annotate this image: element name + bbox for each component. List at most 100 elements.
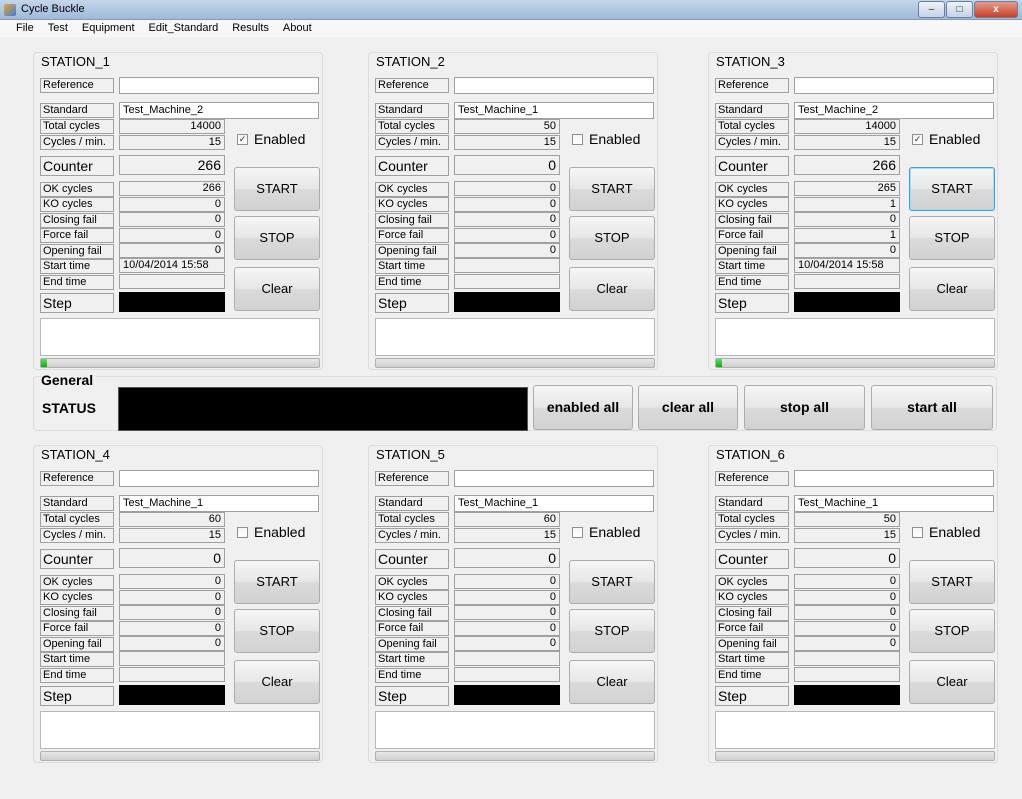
reference-input[interactable]	[454, 77, 654, 94]
cycles-min-value[interactable]: 15	[794, 135, 900, 150]
cycles-min-value[interactable]: 15	[454, 135, 560, 150]
start-all-button[interactable]: start all	[871, 385, 993, 430]
step-label: Step	[375, 686, 449, 706]
opening-fail-label: Opening fail	[40, 637, 114, 652]
total-cycles-value[interactable]: 14000	[119, 119, 225, 134]
reference-input[interactable]	[794, 470, 994, 487]
step-label: Step	[715, 686, 789, 706]
start-time-label: Start time	[375, 259, 449, 274]
total-cycles-value[interactable]: 50	[454, 119, 560, 134]
start-button[interactable]: START	[909, 560, 995, 604]
ko-cycles-label: KO cycles	[715, 590, 789, 605]
stop-button[interactable]: STOP	[909, 216, 995, 260]
enabled-label: Enabled	[589, 131, 641, 147]
station-6-panel: STATION_6 Reference Standard Test_Machin…	[708, 437, 998, 763]
enabled-checkbox-group[interactable]: Enabled	[572, 131, 640, 147]
enabled-checkbox-group[interactable]: Enabled	[237, 524, 305, 540]
window-title: Cycle Buckle	[21, 3, 85, 15]
menu-results[interactable]: Results	[225, 20, 276, 37]
enabled-checkbox-group[interactable]: ✓ Enabled	[237, 131, 305, 147]
start-time-value	[454, 258, 560, 273]
clear-button[interactable]: Clear	[909, 267, 995, 311]
standard-input[interactable]: Test_Machine_1	[794, 495, 994, 512]
enabled-checkbox-group[interactable]: Enabled	[572, 524, 640, 540]
enabled-checkbox[interactable]	[912, 526, 923, 538]
clear-all-button[interactable]: clear all	[638, 385, 738, 430]
clear-button[interactable]: Clear	[234, 267, 320, 311]
close-button[interactable]: x	[974, 1, 1018, 18]
clear-button[interactable]: Clear	[569, 267, 655, 311]
enabled-label: Enabled	[589, 524, 641, 540]
total-cycles-value[interactable]: 60	[119, 512, 225, 527]
start-button[interactable]: START	[909, 167, 995, 211]
opening-fail-label: Opening fail	[375, 637, 449, 652]
total-cycles-value[interactable]: 14000	[794, 119, 900, 134]
reference-input[interactable]	[794, 77, 994, 94]
stop-button[interactable]: STOP	[909, 609, 995, 653]
total-cycles-label: Total cycles	[375, 512, 449, 527]
cycles-min-label: Cycles / min.	[375, 528, 449, 543]
start-button[interactable]: START	[569, 167, 655, 211]
status-display	[118, 387, 528, 431]
stop-button[interactable]: STOP	[234, 216, 320, 260]
cycles-min-value[interactable]: 15	[119, 135, 225, 150]
menu-equipment[interactable]: Equipment	[75, 20, 142, 37]
standard-input[interactable]: Test_Machine_2	[794, 102, 994, 119]
stop-button[interactable]: STOP	[234, 609, 320, 653]
force-fail-label: Force fail	[715, 621, 789, 636]
enabled-checkbox-group[interactable]: ✓ Enabled	[912, 131, 980, 147]
standard-input[interactable]: Test_Machine_2	[119, 102, 319, 119]
enabled-all-button[interactable]: enabled all	[533, 385, 633, 430]
menu-file[interactable]: File	[9, 20, 41, 37]
enabled-checkbox[interactable]	[572, 526, 583, 538]
closing-fail-value: 0	[454, 212, 560, 227]
step-label: Step	[375, 293, 449, 313]
ko-cycles-value: 0	[119, 590, 225, 605]
total-cycles-value[interactable]: 60	[454, 512, 560, 527]
enabled-checkbox[interactable]	[237, 526, 248, 538]
reference-input[interactable]	[119, 470, 319, 487]
standard-input[interactable]: Test_Machine_1	[119, 495, 319, 512]
reference-input[interactable]	[454, 470, 654, 487]
clear-button[interactable]: Clear	[909, 660, 995, 704]
clear-button[interactable]: Clear	[234, 660, 320, 704]
enabled-checkbox[interactable]	[572, 133, 583, 145]
reference-label: Reference	[375, 78, 449, 93]
cycles-min-value[interactable]: 15	[454, 528, 560, 543]
reference-input[interactable]	[119, 77, 319, 94]
total-cycles-value[interactable]: 50	[794, 512, 900, 527]
menu-about[interactable]: About	[276, 20, 319, 37]
clear-button[interactable]: Clear	[569, 660, 655, 704]
end-time-value	[454, 667, 560, 682]
reference-label: Reference	[375, 471, 449, 486]
cycles-min-label: Cycles / min.	[40, 135, 114, 150]
start-button[interactable]: START	[234, 167, 320, 211]
standard-input[interactable]: Test_Machine_1	[454, 102, 654, 119]
closing-fail-label: Closing fail	[375, 606, 449, 621]
station-1-panel: STATION_1 Reference Standard Test_Machin…	[33, 44, 323, 370]
enabled-checkbox[interactable]: ✓	[912, 133, 923, 145]
counter-label: Counter	[40, 156, 114, 176]
start-button[interactable]: START	[569, 560, 655, 604]
minimize-button[interactable]: –	[918, 1, 945, 18]
standard-input[interactable]: Test_Machine_1	[454, 495, 654, 512]
station-message-box	[715, 318, 995, 356]
enabled-checkbox-group[interactable]: Enabled	[912, 524, 980, 540]
enabled-checkbox[interactable]: ✓	[237, 133, 248, 145]
ko-cycles-value: 0	[454, 590, 560, 605]
maximize-button[interactable]: □	[946, 1, 973, 18]
stop-all-button[interactable]: stop all	[744, 385, 865, 430]
cycles-min-label: Cycles / min.	[40, 528, 114, 543]
menu-test[interactable]: Test	[41, 20, 75, 37]
force-fail-label: Force fail	[375, 621, 449, 636]
start-time-value: 10/04/2014 15:58	[794, 258, 900, 273]
start-button[interactable]: START	[234, 560, 320, 604]
enabled-label: Enabled	[254, 131, 306, 147]
stop-button[interactable]: STOP	[569, 216, 655, 260]
cycles-min-value[interactable]: 15	[794, 528, 900, 543]
end-time-label: End time	[375, 668, 449, 683]
menu-edit-standard[interactable]: Edit_Standard	[142, 20, 226, 37]
cycles-min-value[interactable]: 15	[119, 528, 225, 543]
stop-button[interactable]: STOP	[569, 609, 655, 653]
start-time-label: Start time	[375, 652, 449, 667]
